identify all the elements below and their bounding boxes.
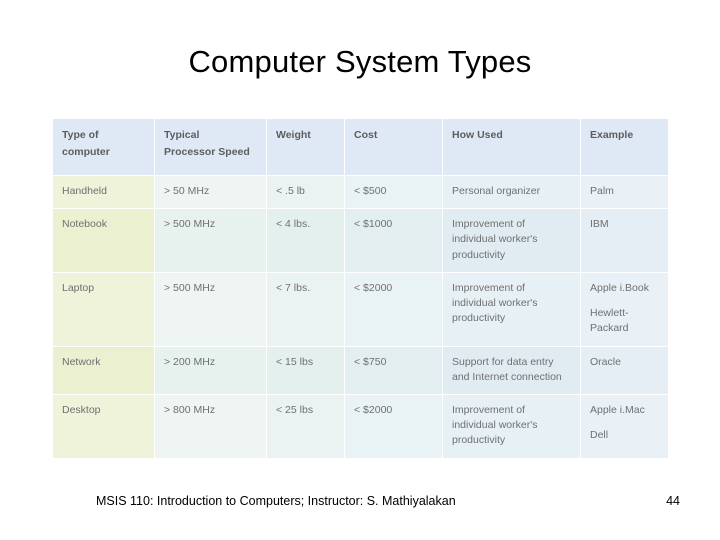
example-line: Hewlett-Packard: [590, 307, 629, 335]
cell-how-used: Improvement of individual worker's produ…: [442, 393, 581, 459]
computer-system-types-table: Type of computer Typical Processor Speed…: [52, 118, 669, 459]
example-line: Apple i.Book: [590, 281, 649, 294]
column-header-weight: Weight: [266, 118, 345, 176]
cell-speed: > 500 MHz: [154, 271, 267, 347]
page-title: Computer System Types: [188, 44, 532, 79]
cell-type: Network: [52, 345, 155, 395]
cell-how-used: Support for data entry and Internet conn…: [442, 345, 581, 395]
cell-type: Desktop: [52, 393, 155, 459]
footer-course-text: MSIS 110: Introduction to Computers; Ins…: [96, 494, 456, 508]
cell-cost: < $2000: [344, 393, 443, 459]
cell-cost: < $500: [344, 174, 443, 210]
cell-speed: > 50 MHz: [154, 174, 267, 210]
cell-how-used: Improvement of individual worker's produ…: [442, 208, 581, 273]
slide-page-number: 44: [666, 494, 680, 508]
cell-type: Laptop: [52, 271, 155, 347]
example-line: Apple i.Mac: [590, 403, 645, 416]
cell-speed: > 200 MHz: [154, 345, 267, 395]
cell-example: Apple i.Mac Dell: [580, 393, 669, 459]
cell-weight: < .5 lb: [266, 174, 345, 210]
cell-cost: < $2000: [344, 271, 443, 347]
cell-speed: > 800 MHz: [154, 393, 267, 459]
cell-how-used: Improvement of individual worker's produ…: [442, 271, 581, 347]
table-header-row: Type of computer Typical Processor Speed…: [52, 118, 669, 176]
column-header-cost: Cost: [344, 118, 443, 176]
column-header-speed: Typical Processor Speed: [154, 118, 267, 176]
slide-footer: MSIS 110: Introduction to Computers; Ins…: [0, 494, 720, 514]
cell-example: Palm: [580, 174, 669, 210]
cell-weight: < 4 lbs.: [266, 208, 345, 273]
cell-example: Apple i.Book Hewlett-Packard: [580, 271, 669, 347]
example-line: Dell: [590, 429, 609, 442]
slide: Computer System Types Type of computer T…: [0, 0, 720, 540]
cell-weight: < 15 lbs: [266, 345, 345, 395]
column-header-how-used: How Used: [442, 118, 581, 176]
cell-type: Notebook: [52, 208, 155, 273]
header-line: Processor Speed: [164, 146, 250, 159]
cell-weight: < 25 lbs: [266, 393, 345, 459]
column-header-example: Example: [580, 118, 669, 176]
table-row: Handheld > 50 MHz < .5 lb < $500 Persona…: [52, 174, 669, 210]
cell-cost: < $750: [344, 345, 443, 395]
cell-example: IBM: [580, 208, 669, 273]
table-row: Notebook > 500 MHz < 4 lbs. < $1000 Impr…: [52, 208, 669, 273]
cell-example: Oracle: [580, 345, 669, 395]
cell-how-used: Personal organizer: [442, 174, 581, 210]
cell-cost: < $1000: [344, 208, 443, 273]
header-line: computer: [62, 146, 110, 159]
header-line: Typical: [164, 129, 200, 141]
column-header-type: Type of computer: [52, 118, 155, 176]
header-line: Type of: [62, 129, 99, 141]
table-row: Desktop > 800 MHz < 25 lbs < $2000 Impro…: [52, 393, 669, 459]
cell-speed: > 500 MHz: [154, 208, 267, 273]
table-row: Network > 200 MHz < 15 lbs < $750 Suppor…: [52, 345, 669, 395]
table-row: Laptop > 500 MHz < 7 lbs. < $2000 Improv…: [52, 271, 669, 347]
cell-type: Handheld: [52, 174, 155, 210]
cell-weight: < 7 lbs.: [266, 271, 345, 347]
